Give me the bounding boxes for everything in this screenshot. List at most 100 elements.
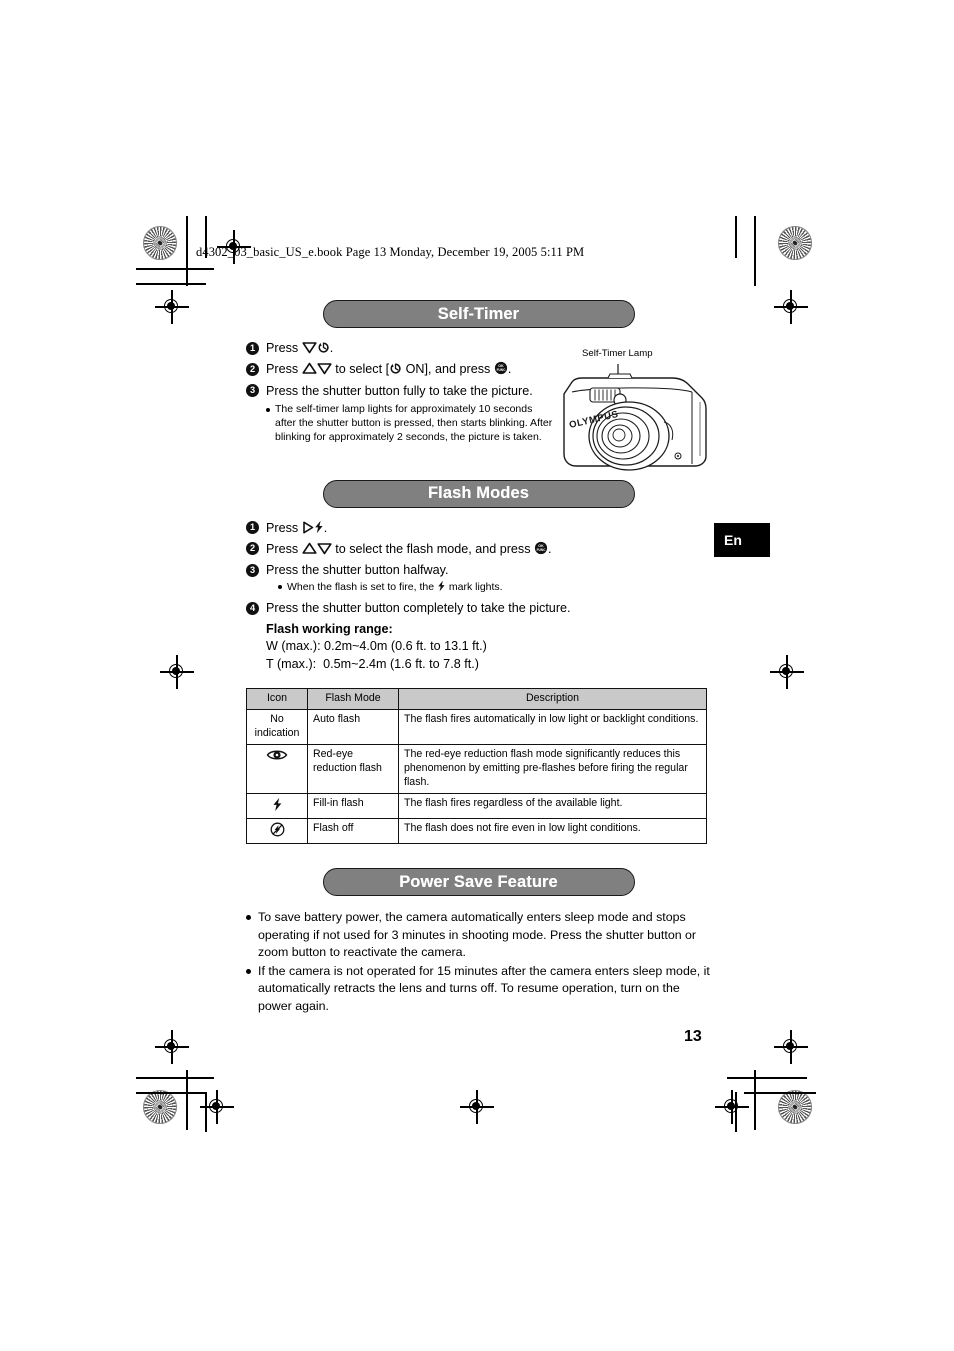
flash-modes-table: Icon Flash Mode Description No indicatio… bbox=[246, 688, 707, 844]
language-tab-label: En bbox=[724, 532, 742, 548]
cell-flash-mode: Flash off bbox=[307, 817, 399, 844]
section-banner-self-timer: Self-Timer bbox=[322, 300, 635, 328]
no-indication-text: No indication bbox=[254, 713, 300, 740]
note-text-pre: When the flash is set to fire, the bbox=[287, 581, 437, 594]
crop-line bbox=[186, 216, 188, 286]
section-title: Flash Modes bbox=[427, 484, 530, 503]
crop-line bbox=[754, 1070, 756, 1130]
cell-icon bbox=[246, 793, 308, 819]
bullet-text: If the camera is not operated for 15 min… bbox=[258, 963, 710, 1013]
step-text-suffix: . bbox=[507, 362, 512, 377]
bullet-item: To save battery power, the camera automa… bbox=[246, 909, 711, 962]
step-text: Press bbox=[266, 541, 302, 556]
step-item: 3 Press the shutter button fully to take… bbox=[246, 382, 711, 400]
crop-line bbox=[754, 216, 756, 286]
power-save-bullets: To save battery power, the camera automa… bbox=[246, 909, 711, 1016]
up-arrow-icon bbox=[302, 542, 317, 555]
down-arrow-icon bbox=[317, 362, 332, 375]
up-arrow-icon bbox=[302, 362, 317, 375]
step-number: 1 bbox=[246, 521, 259, 535]
column-header-flash-mode: Flash Mode bbox=[307, 688, 399, 711]
registration-mark-bottom-center bbox=[460, 1090, 494, 1124]
section-banner-power-save: Power Save Feature bbox=[322, 867, 635, 896]
registration-mark-bottom-right bbox=[715, 1090, 749, 1124]
flash-bolt-icon bbox=[314, 520, 324, 534]
registration-mark-left-bottom bbox=[155, 1030, 189, 1064]
step-text: Press the shutter button fully to take t… bbox=[266, 383, 533, 398]
halftone-target-top-left bbox=[143, 226, 177, 260]
self-timer-icon bbox=[317, 341, 330, 354]
crop-line bbox=[735, 216, 737, 258]
step-number: 1 bbox=[246, 341, 259, 355]
ok-func-icon: OK FUNC bbox=[534, 541, 548, 555]
crop-line bbox=[136, 1077, 214, 1079]
flash-fire-note: When the flash is set to fire, the mark … bbox=[278, 580, 711, 595]
crop-line bbox=[136, 268, 214, 270]
note-text: The self-timer lamp lights for approxima… bbox=[275, 402, 553, 443]
step-item: 2 Press to select the flash mode, and pr… bbox=[246, 540, 711, 558]
table-row: No indication Auto flash The flash fires… bbox=[246, 709, 707, 746]
bullet-text: To save battery power, the camera automa… bbox=[258, 909, 697, 960]
crop-line bbox=[727, 1077, 807, 1079]
svg-text:FUNC: FUNC bbox=[496, 368, 506, 372]
step-item: 1 Press . bbox=[246, 339, 711, 357]
registration-mark-right-bottom bbox=[774, 1030, 808, 1064]
table-row: Flash off The flash does not fire even i… bbox=[246, 817, 707, 844]
registration-mark-left-middle bbox=[160, 655, 194, 689]
table-header-row: Icon Flash Mode Description bbox=[246, 688, 707, 711]
section-title: Self-Timer bbox=[437, 304, 520, 323]
registration-mark-bottom-left bbox=[200, 1090, 234, 1124]
note-item: The self-timer lamp lights for approxima… bbox=[266, 403, 554, 445]
step-text: Press bbox=[266, 362, 302, 377]
red-eye-icon bbox=[266, 748, 288, 762]
step-number: 4 bbox=[246, 601, 259, 615]
step-text-mid2: ON], and press bbox=[402, 362, 494, 377]
cell-icon bbox=[246, 817, 308, 844]
flash-working-range: Flash working range: W (max.): 0.2m~4.0m… bbox=[266, 621, 711, 675]
step-number: 2 bbox=[246, 542, 259, 556]
step-text: Press the shutter button halfway. bbox=[266, 563, 449, 578]
step-text-mid: to select [ bbox=[331, 362, 390, 377]
crop-line bbox=[186, 1070, 188, 1130]
section-title: Power Save Feature bbox=[399, 872, 558, 891]
bullet-dot-icon bbox=[266, 407, 270, 412]
halftone-target-bottom-left bbox=[143, 1090, 177, 1124]
step-item: 2 Press to select [ ON], and press OK FUN… bbox=[246, 360, 711, 378]
flash-off-icon bbox=[270, 822, 285, 837]
flash-bolt-icon bbox=[272, 797, 283, 812]
registration-mark-right-middle bbox=[770, 655, 804, 689]
cell-description: The red-eye reduction flash mode signifi… bbox=[398, 744, 707, 794]
column-header-icon: Icon bbox=[246, 688, 308, 711]
bullet-item: If the camera is not operated for 15 min… bbox=[246, 963, 711, 1016]
bullet-dot-icon bbox=[246, 914, 251, 920]
step-item: 3 Press the shutter button halfway. When… bbox=[246, 561, 711, 596]
registration-mark-top-right bbox=[774, 290, 808, 324]
svg-text:FUNC: FUNC bbox=[537, 548, 547, 552]
column-header-description: Description bbox=[398, 688, 707, 711]
step-text: Press the shutter button completely to t… bbox=[266, 601, 571, 616]
cell-flash-mode: Red-eye reduction flash bbox=[307, 744, 399, 794]
self-timer-icon bbox=[389, 362, 402, 375]
page-number: 13 bbox=[684, 1028, 702, 1045]
cell-description: The flash does not fire even in low ligh… bbox=[398, 817, 707, 844]
halftone-target-bottom-right bbox=[778, 1090, 812, 1124]
step-text: Press bbox=[266, 341, 302, 355]
step-text: Press bbox=[266, 520, 302, 535]
registration-mark-top-left bbox=[155, 290, 189, 324]
cell-flash-mode: Auto flash bbox=[307, 709, 399, 746]
halftone-target-top-right bbox=[778, 226, 812, 260]
ok-func-icon: OK FUNC bbox=[494, 361, 508, 375]
step-number: 3 bbox=[246, 384, 259, 397]
step-item: 4 Press the shutter button completely to… bbox=[246, 599, 711, 617]
cell-flash-mode: Fill-in flash bbox=[307, 793, 399, 819]
table-row: Fill-in flash The flash fires regardless… bbox=[246, 793, 707, 819]
cell-description: The flash fires automatically in low lig… bbox=[398, 709, 707, 746]
flash-bolt-icon bbox=[437, 580, 446, 592]
table-row: Red-eye reduction flash The red-eye redu… bbox=[246, 744, 707, 794]
flash-range-row: T (max.): 0.5m~2.4m (1.6 ft. to 7.8 ft.) bbox=[266, 657, 479, 672]
step-item: 1 Press . bbox=[246, 519, 711, 537]
cell-icon bbox=[246, 744, 308, 794]
flash-range-title: Flash working range: bbox=[266, 621, 393, 636]
bullet-dot-icon bbox=[278, 585, 282, 590]
crop-line bbox=[136, 283, 206, 285]
